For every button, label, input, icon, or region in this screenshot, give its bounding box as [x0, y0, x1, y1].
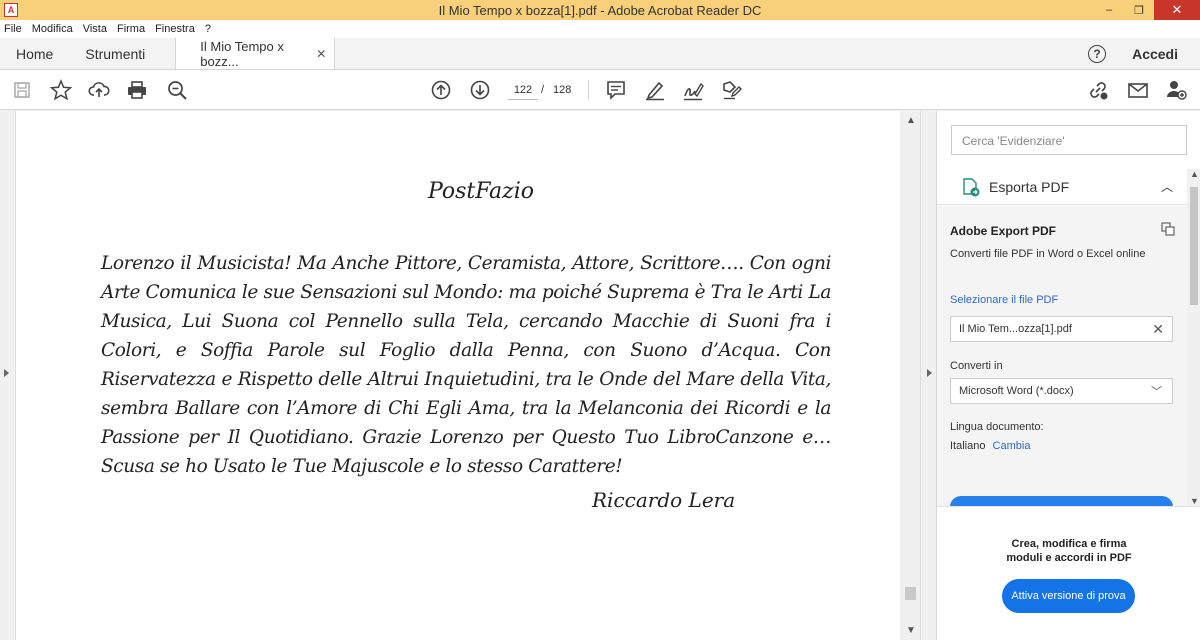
document-scrollbar[interactable]: ▲ ▼ [900, 111, 920, 640]
acrobat-icon[interactable]: A [4, 3, 18, 17]
scroll-down-icon[interactable]: ▼ [906, 625, 916, 636]
window-controls: ‒ ❐ ✕ [1094, 0, 1200, 20]
scroll-thumb[interactable] [905, 587, 916, 600]
page-number-input[interactable]: 122 [508, 80, 538, 100]
export-title: Adobe Export PDF [950, 224, 1057, 238]
document-signature: Riccardo Lera [592, 488, 736, 512]
tabs-bar: Home Strumenti Il Mio Tempo x bozz... ✕ … [0, 38, 1200, 70]
print-icon[interactable] [126, 79, 148, 101]
save-icon[interactable] [11, 79, 33, 101]
clear-file-icon[interactable]: ✕ [1152, 321, 1164, 338]
panel-scrollbar[interactable]: ▲ ▼ [1187, 169, 1200, 506]
close-window-button[interactable]: ✕ [1154, 0, 1200, 20]
export-pdf-label: Esporta PDF [989, 178, 1070, 195]
stamp-icon[interactable] [721, 79, 743, 101]
left-nav-strip[interactable] [0, 111, 16, 640]
zoom-out-icon[interactable] [166, 79, 188, 101]
document-page: PostFazio Lorenzo il Musicista! Ma Anche… [16, 111, 900, 640]
minimize-button[interactable]: ‒ [1094, 0, 1124, 20]
cloud-upload-icon[interactable] [88, 79, 110, 101]
menu-window[interactable]: Finestra [155, 23, 195, 35]
document-body-text: Lorenzo il Musicista! Ma Anche Pittore, … [101, 253, 831, 477]
selected-file-field[interactable]: Il Mio Tem...ozza[1].pdf ✕ [950, 316, 1173, 342]
format-value: Microsoft Word (*.docx) [959, 385, 1074, 397]
window-title: Il Mio Tempo x bozza[1].pdf - Adobe Acro… [438, 2, 762, 18]
star-icon[interactable] [50, 79, 72, 101]
title-bar: A Il Mio Tempo x bozza[1].pdf - Adobe Ac… [0, 0, 1200, 20]
export-pdf-body: Adobe Export PDF Converti file PDF in Wo… [937, 206, 1187, 518]
format-dropdown[interactable]: Microsoft Word (*.docx) ﹀ [950, 378, 1173, 404]
maximize-button[interactable]: ❐ [1124, 0, 1154, 20]
start-trial-button[interactable]: Attiva versione di prova [1002, 579, 1135, 613]
panel-splitter[interactable] [920, 111, 936, 640]
comment-icon[interactable] [605, 79, 627, 101]
email-icon[interactable] [1127, 79, 1149, 101]
scroll-up-icon[interactable]: ▲ [906, 115, 916, 126]
page-total: 128 [553, 84, 572, 96]
chevron-up-icon[interactable]: ︿ [1161, 178, 1173, 195]
panel-scroll-thumb[interactable] [1190, 187, 1198, 305]
menu-file[interactable]: File [4, 23, 22, 35]
menu-view[interactable]: Vista [83, 23, 107, 35]
right-tools-panel: Cerca 'Evidenziare' Esporta PDF ︿ Adobe … [936, 111, 1200, 640]
signin-button[interactable]: Accedi [1132, 46, 1178, 62]
tab-document[interactable]: Il Mio Tempo x bozz... ✕ [175, 38, 336, 69]
tab-tools[interactable]: Strumenti [69, 38, 161, 69]
menu-help[interactable]: ? [205, 23, 211, 35]
expand-left-panel-icon[interactable] [4, 369, 9, 377]
promo-line-1: Crea, modifica e firma [1011, 538, 1127, 550]
document-heading: PostFazio [427, 179, 535, 204]
menu-sign[interactable]: Firma [117, 23, 145, 35]
export-pdf-icon [963, 177, 980, 196]
help-icon[interactable]: ? [1088, 44, 1107, 63]
share-link-icon[interactable] [1087, 79, 1109, 101]
copy-icon[interactable] [1161, 222, 1175, 236]
export-pdf-header[interactable]: Esporta PDF ︿ [937, 169, 1187, 205]
change-language-link[interactable]: Cambia [993, 440, 1031, 452]
menu-bar: File Modifica Vista Firma Finestra ? [0, 20, 1200, 38]
promo-line-2: moduli e accordi in PDF [1006, 552, 1132, 564]
fill-sign-icon[interactable] [682, 79, 704, 101]
tab-document-label: Il Mio Tempo x bozz... [200, 38, 284, 69]
language-value: Italiano [950, 440, 986, 452]
previous-page-icon[interactable] [430, 79, 452, 101]
panel-scroll-up-icon[interactable]: ▲ [1190, 169, 1199, 179]
highlight-pen-icon[interactable] [644, 79, 666, 101]
add-user-icon[interactable] [1165, 79, 1187, 101]
page-separator: / [541, 84, 545, 96]
toolbar-divider [588, 80, 589, 100]
collapse-right-panel-icon[interactable] [927, 369, 932, 377]
toolbar: 122 / 128 [0, 70, 1200, 110]
next-page-icon[interactable] [469, 79, 491, 101]
language-label: Lingua documento: [950, 421, 1044, 433]
tab-close-icon[interactable]: ✕ [316, 47, 326, 61]
menu-edit[interactable]: Modifica [32, 23, 73, 35]
select-file-link[interactable]: Selezionare il file PDF [950, 294, 1058, 306]
header-right: ? Accedi [1088, 38, 1200, 69]
promo-text: Crea, modifica e firma moduli e accordi … [937, 537, 1200, 565]
selected-file-name: Il Mio Tem...ozza[1].pdf [959, 323, 1072, 335]
language-row: Italiano Cambia [950, 440, 1030, 452]
chevron-down-icon: ﹀ [1151, 386, 1162, 398]
panel-scroll-down-icon[interactable]: ▼ [1190, 496, 1199, 506]
tools-search-input[interactable]: Cerca 'Evidenziare' [951, 125, 1187, 155]
convert-label: Converti in [950, 360, 1003, 372]
export-description: Converti file PDF in Word o Excel online [950, 248, 1146, 260]
tab-home[interactable]: Home [0, 38, 69, 69]
promo-section: Crea, modifica e firma moduli e accordi … [937, 506, 1200, 640]
